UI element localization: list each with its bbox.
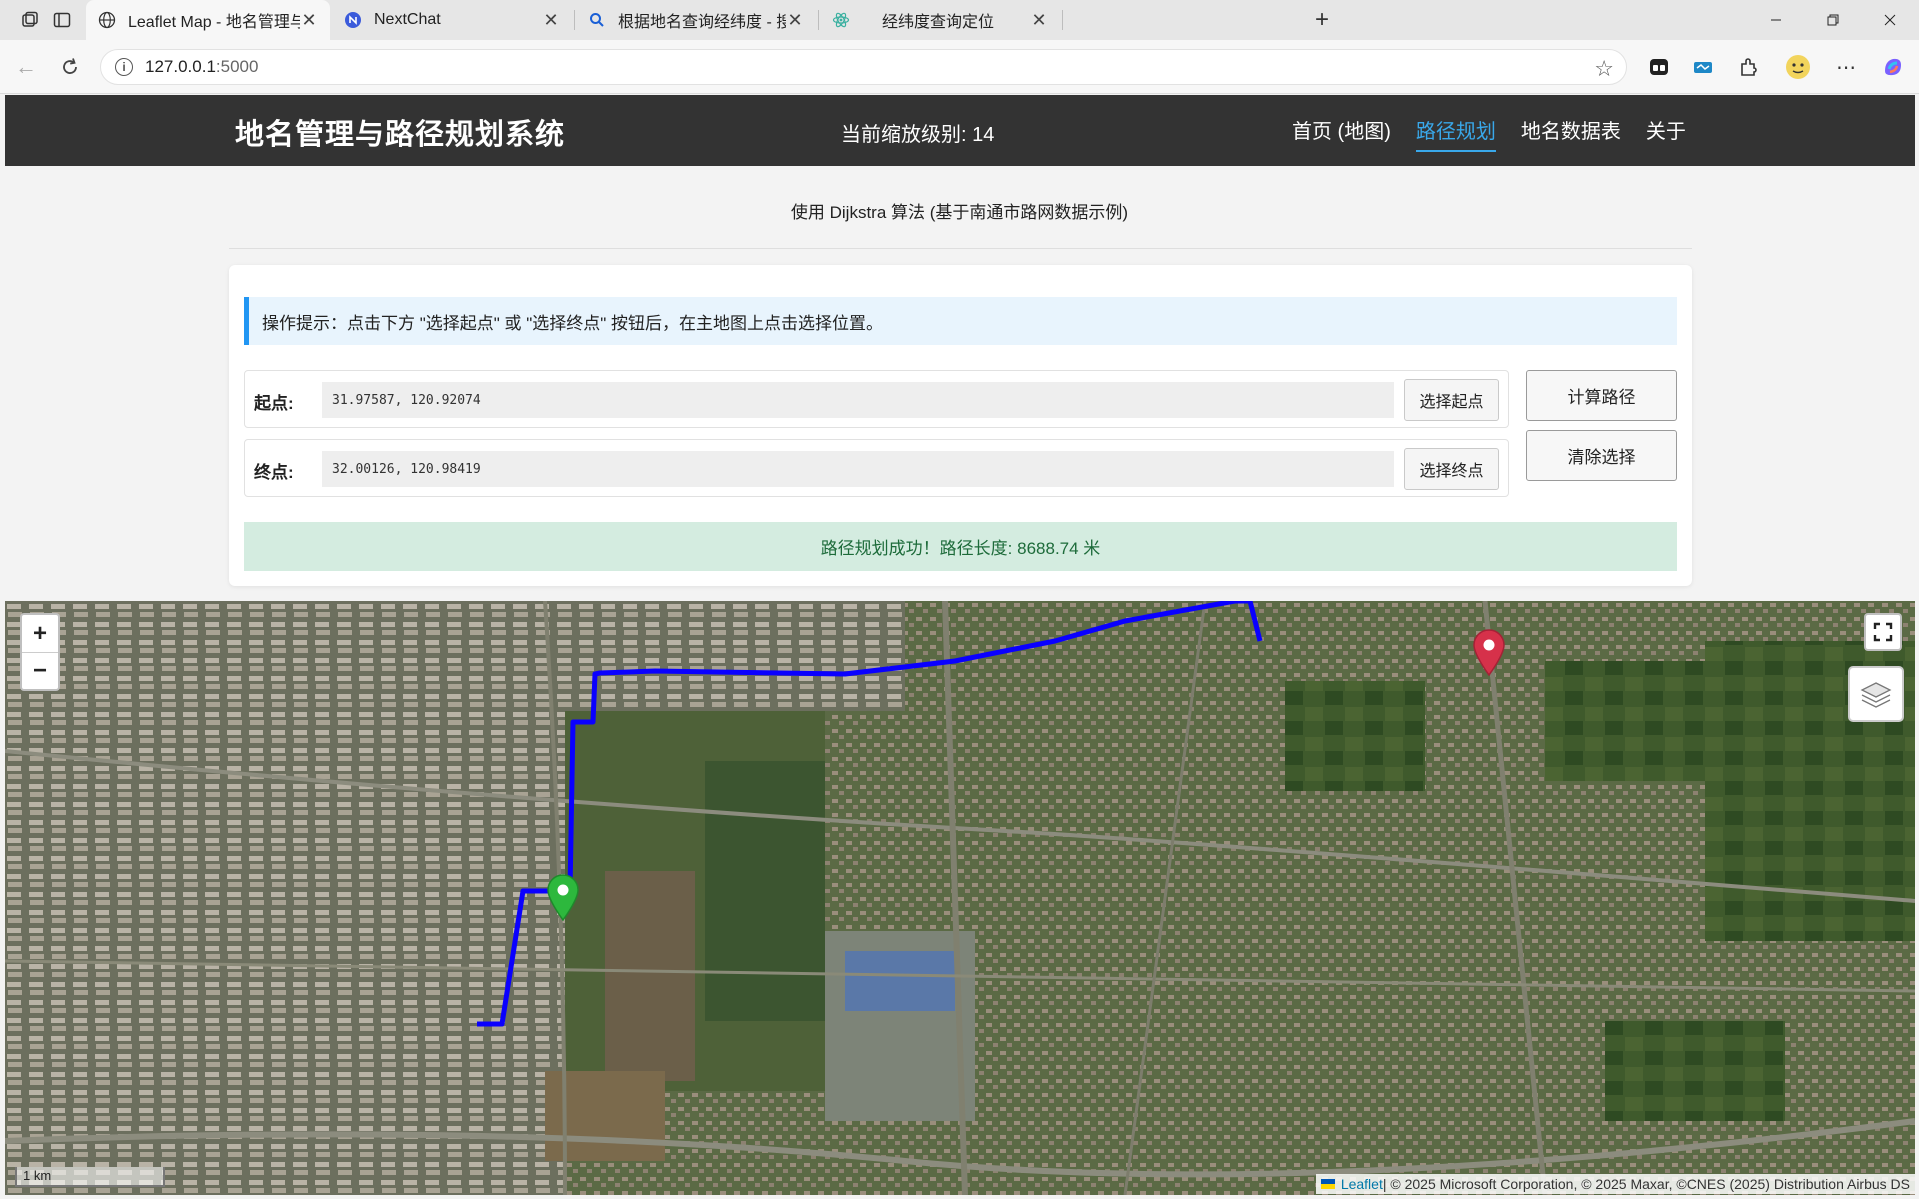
- calculate-route-button[interactable]: 计算路径: [1526, 370, 1677, 421]
- leaflet-link[interactable]: Leaflet: [1341, 1176, 1383, 1192]
- extensions-puzzle-icon[interactable]: [1736, 54, 1762, 80]
- search-icon: [588, 11, 606, 29]
- route-panel: 操作提示：点击下方 "选择起点" 或 "选择终点" 按钮后，在主地图上点击选择位…: [229, 265, 1692, 586]
- globe-icon: [98, 11, 116, 29]
- close-icon[interactable]: ✕: [786, 10, 804, 31]
- map-container[interactable]: + − 1 km Leaflet | © 2025 Microsoft Corp…: [5, 601, 1915, 1195]
- satellite-map-imagery: [5, 601, 1915, 1195]
- app-title: 地名管理与路径规划系统: [235, 119, 566, 151]
- operation-tip: 操作提示：点击下方 "选择起点" 或 "选择终点" 按钮后，在主地图上点击选择位…: [244, 297, 1677, 345]
- nextchat-icon: [344, 11, 362, 29]
- select-end-button[interactable]: 选择终点: [1404, 448, 1499, 490]
- layers-icon: [1860, 682, 1892, 708]
- nav-route-planning[interactable]: 路径规划: [1415, 115, 1496, 152]
- close-icon[interactable]: ✕: [300, 10, 318, 31]
- map-attribution: Leaflet | © 2025 Microsoft Corporation, …: [1315, 1174, 1915, 1194]
- more-options-icon[interactable]: ⋯: [1833, 54, 1859, 80]
- divider: [229, 248, 1692, 249]
- extension-blue-icon[interactable]: [1690, 54, 1716, 80]
- zoom-level-label: 当前缩放级别: 14: [841, 124, 995, 146]
- fullscreen-icon: [1873, 622, 1893, 642]
- app-header: 地名管理与路径规划系统 当前缩放级别: 14 首页 (地图) 路径规划 地名数据…: [5, 95, 1915, 166]
- ukraine-flag-icon: [1320, 1179, 1335, 1189]
- clear-selection-button[interactable]: 清除选择: [1526, 430, 1677, 481]
- favorite-star-icon[interactable]: ☆: [1594, 56, 1614, 82]
- nav-place-table[interactable]: 地名数据表: [1521, 115, 1621, 152]
- back-icon[interactable]: ←: [12, 53, 40, 81]
- end-marker-icon[interactable]: [1472, 628, 1506, 676]
- site-info-icon[interactable]: i: [115, 58, 133, 76]
- layer-switcher-button[interactable]: [1848, 666, 1904, 722]
- url-host: 127.0.0.1: [145, 57, 216, 76]
- tab-search[interactable]: 根据地名查询经纬度 - 搜索 ✕: [576, 0, 816, 40]
- profile-avatar-icon[interactable]: [1785, 54, 1811, 80]
- address-bar-row: ← i 127.0.0.1:5000 ☆ ⋯: [0, 40, 1919, 94]
- extension-dark-icon[interactable]: [1646, 54, 1672, 80]
- nav-about[interactable]: 关于: [1646, 115, 1686, 152]
- fullscreen-button[interactable]: [1864, 613, 1902, 651]
- tab-leaflet-map[interactable]: Leaflet Map - 地名管理与路径规划 ✕: [86, 0, 330, 40]
- close-icon[interactable]: ✕: [542, 10, 560, 31]
- map-scale-bar: 1 km: [15, 1167, 165, 1187]
- workspaces-icon[interactable]: [16, 6, 44, 34]
- end-coords-input[interactable]: [322, 451, 1394, 487]
- zoom-out-button[interactable]: −: [22, 652, 58, 689]
- url-port: :5000: [215, 57, 259, 76]
- refresh-icon[interactable]: [56, 53, 84, 81]
- tab-nextchat[interactable]: NextChat ✕: [332, 0, 572, 40]
- minimize-icon[interactable]: [1748, 0, 1804, 40]
- start-marker-icon[interactable]: [546, 873, 580, 921]
- tab-coordinates[interactable]: 经纬度查询定位 ✕: [820, 0, 1060, 40]
- select-start-button[interactable]: 选择起点: [1404, 379, 1499, 421]
- close-window-icon[interactable]: [1862, 0, 1918, 40]
- end-label: 终点:: [254, 463, 294, 482]
- end-point-row: 终点: 选择终点: [244, 439, 1509, 497]
- tab-title: 根据地名查询经纬度 - 搜索: [618, 14, 786, 31]
- react-icon: [832, 11, 850, 29]
- restore-icon[interactable]: [1805, 0, 1861, 40]
- zoom-in-button[interactable]: +: [22, 615, 58, 652]
- main-nav: 首页 (地图) 路径规划 地名数据表 关于: [1292, 115, 1711, 152]
- nav-home-map[interactable]: 首页 (地图): [1292, 115, 1391, 152]
- close-icon[interactable]: ✕: [1030, 10, 1048, 31]
- copilot-icon[interactable]: [1880, 54, 1906, 80]
- vertical-tabs-icon[interactable]: [48, 6, 76, 34]
- attribution-text: | © 2025 Microsoft Corporation, © 2025 M…: [1382, 1176, 1910, 1192]
- start-label: 起点:: [254, 394, 294, 413]
- tab-title: NextChat: [374, 11, 441, 28]
- route-result-message: 路径规划成功！路径长度: 8688.74 米: [244, 522, 1677, 571]
- browser-tab-bar: Leaflet Map - 地名管理与路径规划 ✕ NextChat ✕ 根据地…: [0, 0, 1919, 40]
- start-point-row: 起点: 选择起点: [244, 370, 1509, 428]
- new-tab-icon[interactable]: +: [1308, 6, 1336, 34]
- tab-title: Leaflet Map - 地名管理与路径规划: [128, 14, 300, 31]
- page-subtitle: 使用 Dijkstra 算法 (基于南通市路网数据示例): [790, 203, 1129, 222]
- tab-title: 经纬度查询定位: [882, 14, 995, 31]
- start-coords-input[interactable]: [322, 382, 1394, 418]
- url-field[interactable]: i 127.0.0.1:5000 ☆: [100, 49, 1627, 85]
- zoom-control: + −: [20, 613, 60, 691]
